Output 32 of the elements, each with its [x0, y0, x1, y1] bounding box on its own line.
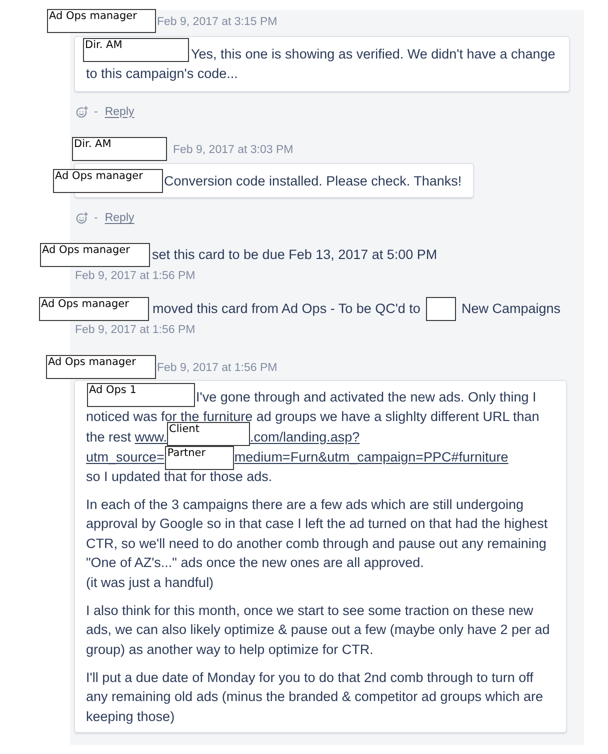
redaction-label: Dir. AM: [83, 38, 189, 62]
redaction-label: Ad Ops manager: [46, 355, 156, 379]
url-link[interactable]: www.: [134, 429, 168, 444]
comment-text: I also think for this month, once we start to see some traction on these new ads, we can also likely optimize & pause out a few (maybe only have 2 per ad group) as another way to help optimize for CTR.: [86, 602, 551, 659]
comment-text: In each of the 3 campaigns there are a few ads which are still undergoing approval by Google so in that case I left the ad turned on that had the highest CTR, so we'll need to do another comb through and pause out any remaining "One of AZ's..." ads once the new ones are all approved. (it was just a handful): [86, 496, 549, 592]
comment-text: I'll put a due date of Monday for you to do that 2nd comb through to turn off any remaining old ads (minus the branded & competitor ad groups which are keeping those): [86, 668, 544, 726]
activity-text: set this card to be due Feb 13, 2017 at 5:00 PM: [152, 246, 438, 264]
url-link[interactable]: utm_source=: [86, 449, 164, 464]
timestamp: Feb 9, 2017 at 1:56 PM: [157, 361, 278, 376]
reply-link[interactable]: Reply: [104, 210, 134, 226]
activity-text: New Campaigns: [461, 300, 560, 318]
redaction-label: Ad Ops manager: [53, 168, 163, 192]
separator: -: [94, 104, 98, 120]
redaction-label: Ad Ops manager: [47, 9, 156, 33]
smiley-plus-icon[interactable]: [76, 212, 88, 224]
activity-text: moved this card from Ad Ops - To be QC'd to: [152, 300, 420, 318]
timestamp: Feb 9, 2017 at 3:03 PM: [173, 142, 294, 158]
reply-link[interactable]: Reply: [104, 104, 134, 120]
smiley-plus-icon[interactable]: [76, 106, 88, 118]
url-link[interactable]: .com/landing.asp?: [250, 429, 360, 444]
redaction-label: Partner: [165, 446, 234, 470]
redaction-label: Dir. AM: [72, 136, 167, 160]
timestamp: Feb 9, 2017 at 3:15 PM: [157, 15, 278, 30]
redaction-box: [426, 297, 456, 321]
redaction-label: Ad Ops manager: [39, 297, 149, 321]
redaction-label: Client: [167, 422, 250, 446]
timestamp: Feb 9, 2017 at 1:56 PM: [75, 269, 196, 284]
timestamp: Feb 9, 2017 at 1:56 PM: [75, 323, 196, 338]
redaction-label: Ad Ops 1: [87, 383, 195, 407]
redaction-label: Ad Ops manager: [40, 243, 150, 267]
separator: -: [94, 211, 98, 226]
url-link[interactable]: medium=Furn&utm_campaign=PPC#furniture: [234, 449, 508, 464]
